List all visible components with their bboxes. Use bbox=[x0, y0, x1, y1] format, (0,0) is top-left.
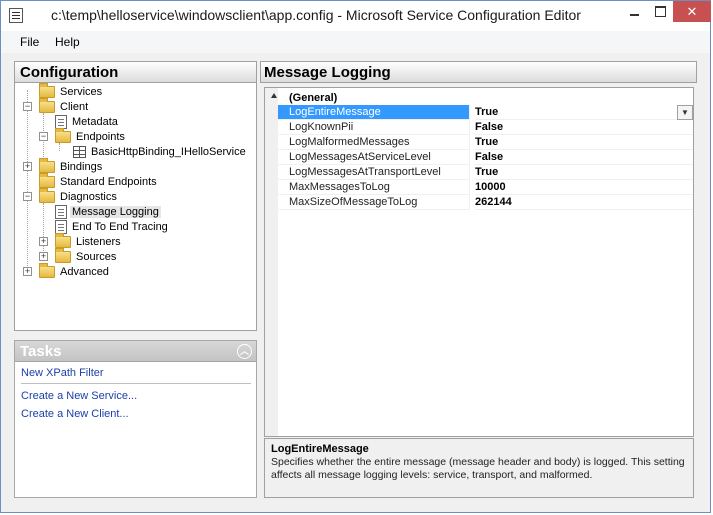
document-icon bbox=[55, 204, 67, 219]
app-config-icon[interactable] bbox=[9, 8, 23, 23]
close-button[interactable]: ✕ bbox=[673, 1, 711, 22]
tree-item-standard-endpoints[interactable]: Standard Endpoints bbox=[39, 172, 159, 189]
expand-sources-toggle[interactable]: + bbox=[39, 252, 48, 261]
tree-item-bindings[interactable]: Bindings bbox=[39, 157, 104, 174]
description-text: Specifies whether the entire message (me… bbox=[271, 456, 685, 481]
property-row-log-messages-at-transport-level[interactable]: LogMessagesAtTransportLevel True bbox=[278, 165, 693, 180]
create-new-client-link[interactable]: Create a New Client... bbox=[21, 408, 129, 420]
description-title: LogEntireMessage bbox=[271, 443, 369, 455]
endpoint-grid-icon bbox=[73, 145, 86, 158]
collapse-triangle-icon[interactable] bbox=[271, 93, 277, 98]
tree-item-endpoints[interactable]: Endpoints bbox=[55, 127, 127, 144]
menu-help[interactable]: Help bbox=[55, 35, 80, 49]
property-description-pane: LogEntireMessage Specifies whether the e… bbox=[264, 438, 694, 498]
folder-icon bbox=[39, 82, 55, 98]
category-general[interactable]: (General) bbox=[265, 90, 693, 105]
tree-item-listeners[interactable]: Listeners bbox=[55, 232, 123, 249]
message-logging-header: Message Logging bbox=[260, 61, 697, 83]
tree-item-message-logging[interactable]: Message Logging bbox=[55, 204, 161, 219]
folder-icon bbox=[39, 262, 55, 278]
property-row-log-entire-message[interactable]: LogEntireMessage True ▼ bbox=[278, 105, 693, 120]
collapse-client-toggle[interactable]: − bbox=[23, 102, 32, 111]
window-title: c:\temp\helloservice\windowsclient\app.c… bbox=[51, 7, 581, 23]
configuration-header: Configuration bbox=[14, 61, 257, 83]
maximize-button[interactable] bbox=[647, 1, 673, 22]
tree-item-sources[interactable]: Sources bbox=[55, 247, 118, 264]
document-icon bbox=[55, 219, 67, 234]
chevron-up-icon[interactable]: ︿ bbox=[237, 344, 252, 359]
property-row-max-size-of-message-to-log[interactable]: MaxSizeOfMessageToLog 262144 bbox=[278, 195, 693, 210]
menu-bar: File Help bbox=[1, 31, 710, 53]
property-row-log-known-pii[interactable]: LogKnownPii False bbox=[278, 120, 693, 135]
property-row-log-malformed-messages[interactable]: LogMalformedMessages True bbox=[278, 135, 693, 150]
collapse-diagnostics-toggle[interactable]: − bbox=[23, 192, 32, 201]
expand-bindings-toggle[interactable]: + bbox=[23, 162, 32, 171]
menu-file[interactable]: File bbox=[20, 35, 39, 49]
collapse-endpoints-toggle[interactable]: − bbox=[39, 132, 48, 141]
main-window: c:\temp\helloservice\windowsclient\app.c… bbox=[0, 0, 711, 513]
property-grid[interactable]: (General) LogEntireMessage True ▼ LogKno… bbox=[264, 87, 694, 437]
tasks-title: Tasks bbox=[20, 343, 62, 360]
configuration-tree[interactable]: Services − Client Metadata − Endpoints B… bbox=[14, 82, 257, 331]
tasks-divider bbox=[21, 383, 251, 384]
property-grid-margin bbox=[265, 88, 278, 436]
property-row-log-messages-at-service-level[interactable]: LogMessagesAtServiceLevel False bbox=[278, 150, 693, 165]
folder-icon bbox=[55, 247, 71, 263]
property-row-max-messages-to-log[interactable]: MaxMessagesToLog 10000 bbox=[278, 180, 693, 195]
tasks-panel: New XPath Filter Create a New Service...… bbox=[14, 362, 257, 498]
create-new-service-link[interactable]: Create a New Service... bbox=[21, 390, 137, 402]
tree-line bbox=[27, 90, 28, 270]
tree-item-diagnostics[interactable]: Diagnostics bbox=[39, 187, 119, 204]
tree-item-advanced[interactable]: Advanced bbox=[39, 262, 111, 279]
folder-icon bbox=[55, 232, 71, 248]
tree-item-services[interactable]: Services bbox=[39, 82, 104, 99]
chevron-down-icon[interactable]: ▼ bbox=[677, 105, 693, 120]
tree-line bbox=[59, 143, 60, 151]
tree-item-binding-endpoint[interactable]: BasicHttpBinding_IHelloService bbox=[73, 144, 248, 159]
tree-item-metadata[interactable]: Metadata bbox=[55, 114, 120, 129]
folder-icon bbox=[39, 187, 55, 203]
tree-item-end-to-end-tracing[interactable]: End To End Tracing bbox=[55, 219, 170, 234]
title-bar: c:\temp\helloservice\windowsclient\app.c… bbox=[1, 1, 711, 31]
minimize-button[interactable] bbox=[621, 1, 647, 22]
expand-listeners-toggle[interactable]: + bbox=[39, 237, 48, 246]
new-xpath-filter-link[interactable]: New XPath Filter bbox=[21, 367, 104, 379]
tree-item-client[interactable]: Client bbox=[39, 97, 90, 114]
folder-icon bbox=[39, 157, 55, 173]
tasks-header: Tasks ︿ bbox=[14, 340, 257, 362]
document-icon bbox=[55, 114, 67, 129]
expand-advanced-toggle[interactable]: + bbox=[23, 267, 32, 276]
folder-icon bbox=[39, 97, 55, 113]
close-icon: ✕ bbox=[686, 3, 698, 19]
folder-icon bbox=[39, 172, 55, 188]
tree-line bbox=[43, 203, 44, 255]
folder-icon bbox=[55, 127, 71, 143]
